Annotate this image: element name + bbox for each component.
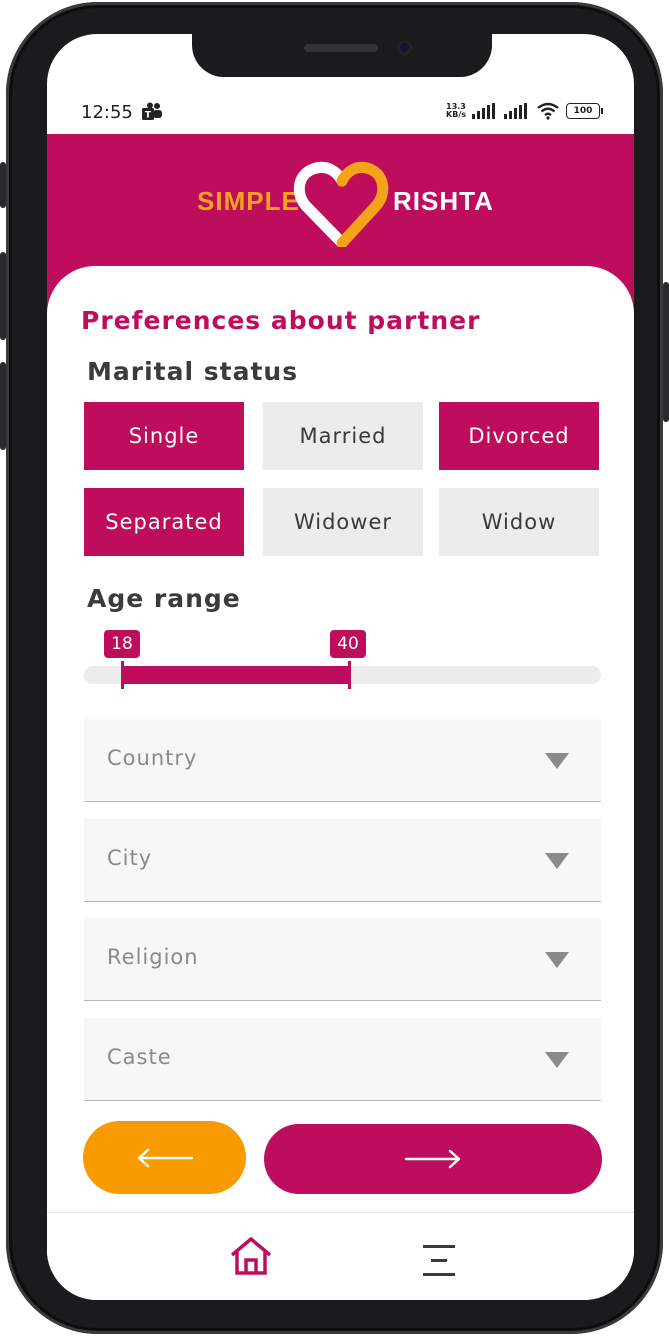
caste-dropdown[interactable]: Caste (84, 1018, 601, 1101)
phone-power-button (663, 282, 669, 422)
svg-text:T: T (145, 111, 152, 121)
status-icons: 13.3 KB/s 100 (446, 102, 603, 120)
age-min-handle[interactable] (121, 661, 124, 689)
menu-icon[interactable] (419, 1241, 459, 1281)
logo-text-rishta: RISHTA (393, 186, 494, 216)
arrow-left-icon (137, 1148, 193, 1167)
religion-dropdown-label: Religion (107, 945, 199, 969)
age-max-label: 40 (330, 630, 366, 658)
bottom-navigation (47, 1212, 634, 1300)
signal-icon (472, 103, 495, 119)
status-time: 12:55 (81, 102, 133, 123)
chip-married[interactable]: Married (263, 402, 423, 470)
phone-volume-down-button (0, 362, 6, 450)
caret-down-icon (545, 753, 569, 769)
app-screen: 12:55 T 13.3 KB/s 100 SIMPLE RISHTA Pref… (47, 34, 634, 1300)
chip-widower[interactable]: Widower (263, 488, 423, 556)
chip-separated[interactable]: Separated (84, 488, 244, 556)
country-dropdown-label: Country (107, 746, 198, 770)
age-min-label: 18 (104, 630, 140, 658)
phone-volume-up-button (0, 252, 6, 340)
next-button[interactable] (264, 1124, 602, 1194)
back-button[interactable] (83, 1121, 246, 1194)
phone-notch (192, 34, 492, 77)
phone-side-button (0, 162, 6, 208)
chip-divorced[interactable]: Divorced (439, 402, 599, 470)
city-dropdown-label: City (107, 846, 153, 870)
wifi-icon (537, 102, 559, 120)
page-title: Preferences about partner (81, 306, 481, 335)
chip-widow[interactable]: Widow (439, 488, 599, 556)
age-range-slider-fill (123, 666, 349, 684)
battery-icon: 100 (566, 103, 603, 119)
marital-status-heading: Marital status (87, 357, 299, 386)
age-max-handle[interactable] (348, 661, 351, 689)
chip-single[interactable]: Single (84, 402, 244, 470)
teams-icon: T (142, 102, 162, 121)
logo-text-simple: SIMPLE (197, 186, 300, 216)
age-range-heading: Age range (87, 584, 241, 613)
caret-down-icon (545, 853, 569, 869)
signal-icon-2 (504, 103, 527, 119)
network-speed-unit: KB/s (446, 110, 466, 119)
home-icon[interactable] (228, 1233, 274, 1279)
simple-rishta-logo: SIMPLE RISHTA (197, 157, 493, 247)
religion-dropdown[interactable]: Religion (84, 918, 601, 1001)
phone-speaker (304, 44, 378, 52)
arrow-right-icon (404, 1149, 461, 1169)
country-dropdown[interactable]: Country (84, 719, 601, 802)
caret-down-icon (545, 952, 569, 968)
heart-logo-icon (293, 161, 389, 247)
phone-frame: 12:55 T 13.3 KB/s 100 SIMPLE RISHTA Pref… (0, 2, 669, 1334)
city-dropdown[interactable]: City (84, 819, 601, 902)
network-speed: 13.3 KB/s (446, 103, 466, 119)
phone-camera (397, 40, 412, 55)
caret-down-icon (545, 1052, 569, 1068)
caste-dropdown-label: Caste (107, 1045, 172, 1069)
